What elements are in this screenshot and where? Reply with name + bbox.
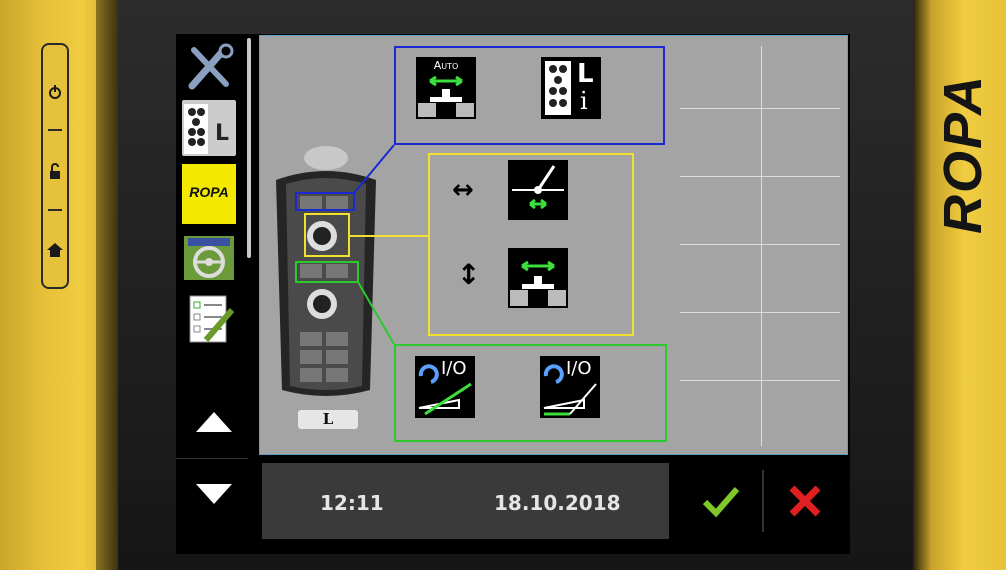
- button-divider: [762, 470, 764, 532]
- cancel-button[interactable]: [765, 463, 845, 539]
- horizontal-arrow-ground-icon: [418, 75, 474, 117]
- ground-adjust-button[interactable]: [508, 248, 568, 308]
- io-toggle-button-1[interactable]: I/O: [415, 356, 475, 418]
- status-bar: 12:11 18.10.2018: [262, 463, 669, 539]
- io-label: I/O: [441, 358, 467, 379]
- checkmark-icon: [702, 487, 740, 518]
- horizontal-arrow-symbol: ↔: [452, 175, 474, 205]
- ground-horizontal-icon: [510, 260, 566, 306]
- io-label: I/O: [566, 358, 592, 379]
- vertical-arrow-symbol: ↕: [457, 258, 481, 291]
- clock-time: 12:11: [320, 491, 384, 515]
- keypad-info-button[interactable]: L i: [541, 57, 601, 119]
- current-date: 18.10.2018: [494, 491, 621, 515]
- auto-label: Auto: [433, 59, 459, 72]
- auto-center-button[interactable]: Auto: [416, 57, 476, 119]
- io-toggle-button-2[interactable]: I/O: [540, 356, 600, 418]
- angle-horizontal-icon: [512, 165, 564, 210]
- keypad-l-label: L: [577, 59, 594, 89]
- info-label: i: [580, 87, 588, 115]
- confirm-button[interactable]: [681, 463, 761, 539]
- angle-adjust-button[interactable]: [508, 160, 568, 220]
- close-icon: [789, 485, 821, 517]
